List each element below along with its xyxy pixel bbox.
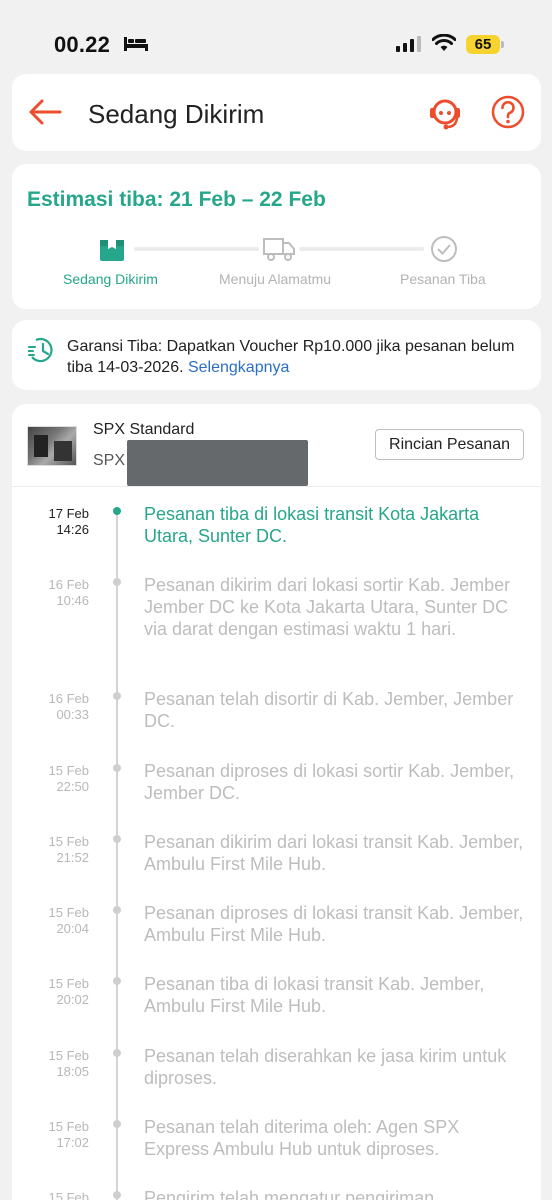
event-time: 20:02	[56, 992, 89, 1007]
timeline-dot	[113, 1049, 121, 1057]
step-label-arrived: Pesanan Tiba	[400, 271, 486, 287]
progress-line	[299, 247, 424, 251]
signal-icon	[396, 36, 422, 57]
wifi-icon	[431, 33, 457, 57]
event-time: 14:26	[56, 522, 89, 537]
event-description: Pesanan tiba di lokasi transit Kota Jaka…	[144, 504, 480, 546]
timeline-dot	[113, 1191, 121, 1199]
divider	[12, 486, 541, 487]
step-label-on-the-way: Menuju Alamatmu	[219, 271, 332, 287]
timeline-dot	[113, 835, 121, 843]
timeline-dot	[113, 578, 121, 586]
timeline-dot	[113, 906, 121, 914]
product-thumbnail	[27, 426, 77, 466]
bed-icon	[124, 35, 148, 56]
progress-line	[134, 247, 259, 251]
event-description: Pengirim telah mengatur pengiriman	[144, 1188, 435, 1200]
event-description: Pesanan diproses di lokasi sortir Kab. J…	[144, 761, 515, 803]
event-date: 15 Feb	[48, 1190, 89, 1200]
estimate-text: Estimasi tiba: 21 Feb – 22 Feb	[27, 188, 326, 211]
truck-icon	[262, 235, 296, 268]
event-description: Pesanan telah diterima oleh: Agen SPX Ex…	[144, 1117, 460, 1159]
event-date: 17 Feb	[48, 506, 89, 521]
status-bar: 00.22 65	[0, 0, 552, 70]
event-description: Pesanan telah disortir di Kab. Jember, J…	[144, 689, 514, 731]
check-circle-icon	[430, 235, 458, 268]
courier-name: SPX Standard	[93, 421, 195, 438]
header-bar: Sedang Dikirim	[12, 74, 541, 151]
event-date: 15 Feb	[48, 905, 89, 920]
page-title: Sedang Dikirim	[88, 99, 265, 129]
timeline-dot	[113, 1120, 121, 1128]
box-icon	[99, 236, 125, 267]
timeline-dot	[113, 692, 121, 700]
event-description: Pesanan dikirim dari lokasi transit Kab.…	[144, 832, 524, 874]
event-time: 00:33	[56, 707, 89, 722]
event-description: Pesanan diproses di lokasi transit Kab. …	[144, 903, 524, 945]
event-time: 21:52	[56, 850, 89, 865]
customer-support-icon[interactable]	[426, 94, 464, 137]
tracking-card: SPX Standard SPX Rincian Pesanan 17 Feb 1…	[12, 404, 541, 1200]
redacted-tracking-number	[127, 440, 308, 486]
event-date: 15 Feb	[48, 763, 89, 778]
event-description: Pesanan telah diserahkan ke jasa kirim u…	[144, 1046, 507, 1088]
event-time: 20:04	[56, 921, 89, 936]
guarantee-banner[interactable]: Garansi Tiba: Dapatkan Voucher Rp10.000 …	[12, 320, 541, 390]
guarantee-message: Garansi Tiba: Dapatkan Voucher Rp10.000 …	[67, 338, 515, 376]
event-date: 15 Feb	[48, 976, 89, 991]
event-time: 18:05	[56, 1064, 89, 1079]
clock-icon	[27, 336, 56, 369]
event-date: 16 Feb	[48, 577, 89, 592]
guarantee-more-link[interactable]: Selengkapnya	[188, 359, 289, 376]
event-time: 22:50	[56, 779, 89, 794]
tracking-number-label: SPX	[93, 452, 126, 469]
order-details-button[interactable]: Rincian Pesanan	[375, 429, 524, 460]
timeline-dot	[113, 764, 121, 772]
delivery-estimate-card: Estimasi tiba: 21 Feb – 22 Feb Sedang Di…	[12, 164, 541, 309]
status-time: 00.22	[54, 32, 111, 57]
help-icon[interactable]	[490, 94, 526, 135]
event-time: 10:46	[56, 593, 89, 608]
event-description: Pesanan dikirim dari lokasi sortir Kab. …	[144, 575, 511, 639]
event-date: 16 Feb	[48, 691, 89, 706]
event-description: Pesanan tiba di lokasi transit Kab. Jemb…	[144, 974, 485, 1016]
guarantee-text: Garansi Tiba: Dapatkan Voucher Rp10.000 …	[67, 336, 527, 378]
timeline-dot	[113, 507, 121, 515]
back-arrow-icon[interactable]	[28, 98, 62, 131]
timeline-line	[116, 513, 118, 1200]
step-label-shipping: Sedang Dikirim	[63, 271, 158, 287]
timeline-dot	[113, 977, 121, 985]
event-date: 15 Feb	[48, 1119, 89, 1134]
event-time: 17:02	[56, 1135, 89, 1150]
event-date: 15 Feb	[48, 1048, 89, 1063]
battery-tip	[501, 41, 504, 48]
battery-icon: 65	[466, 35, 500, 54]
event-date: 15 Feb	[48, 834, 89, 849]
